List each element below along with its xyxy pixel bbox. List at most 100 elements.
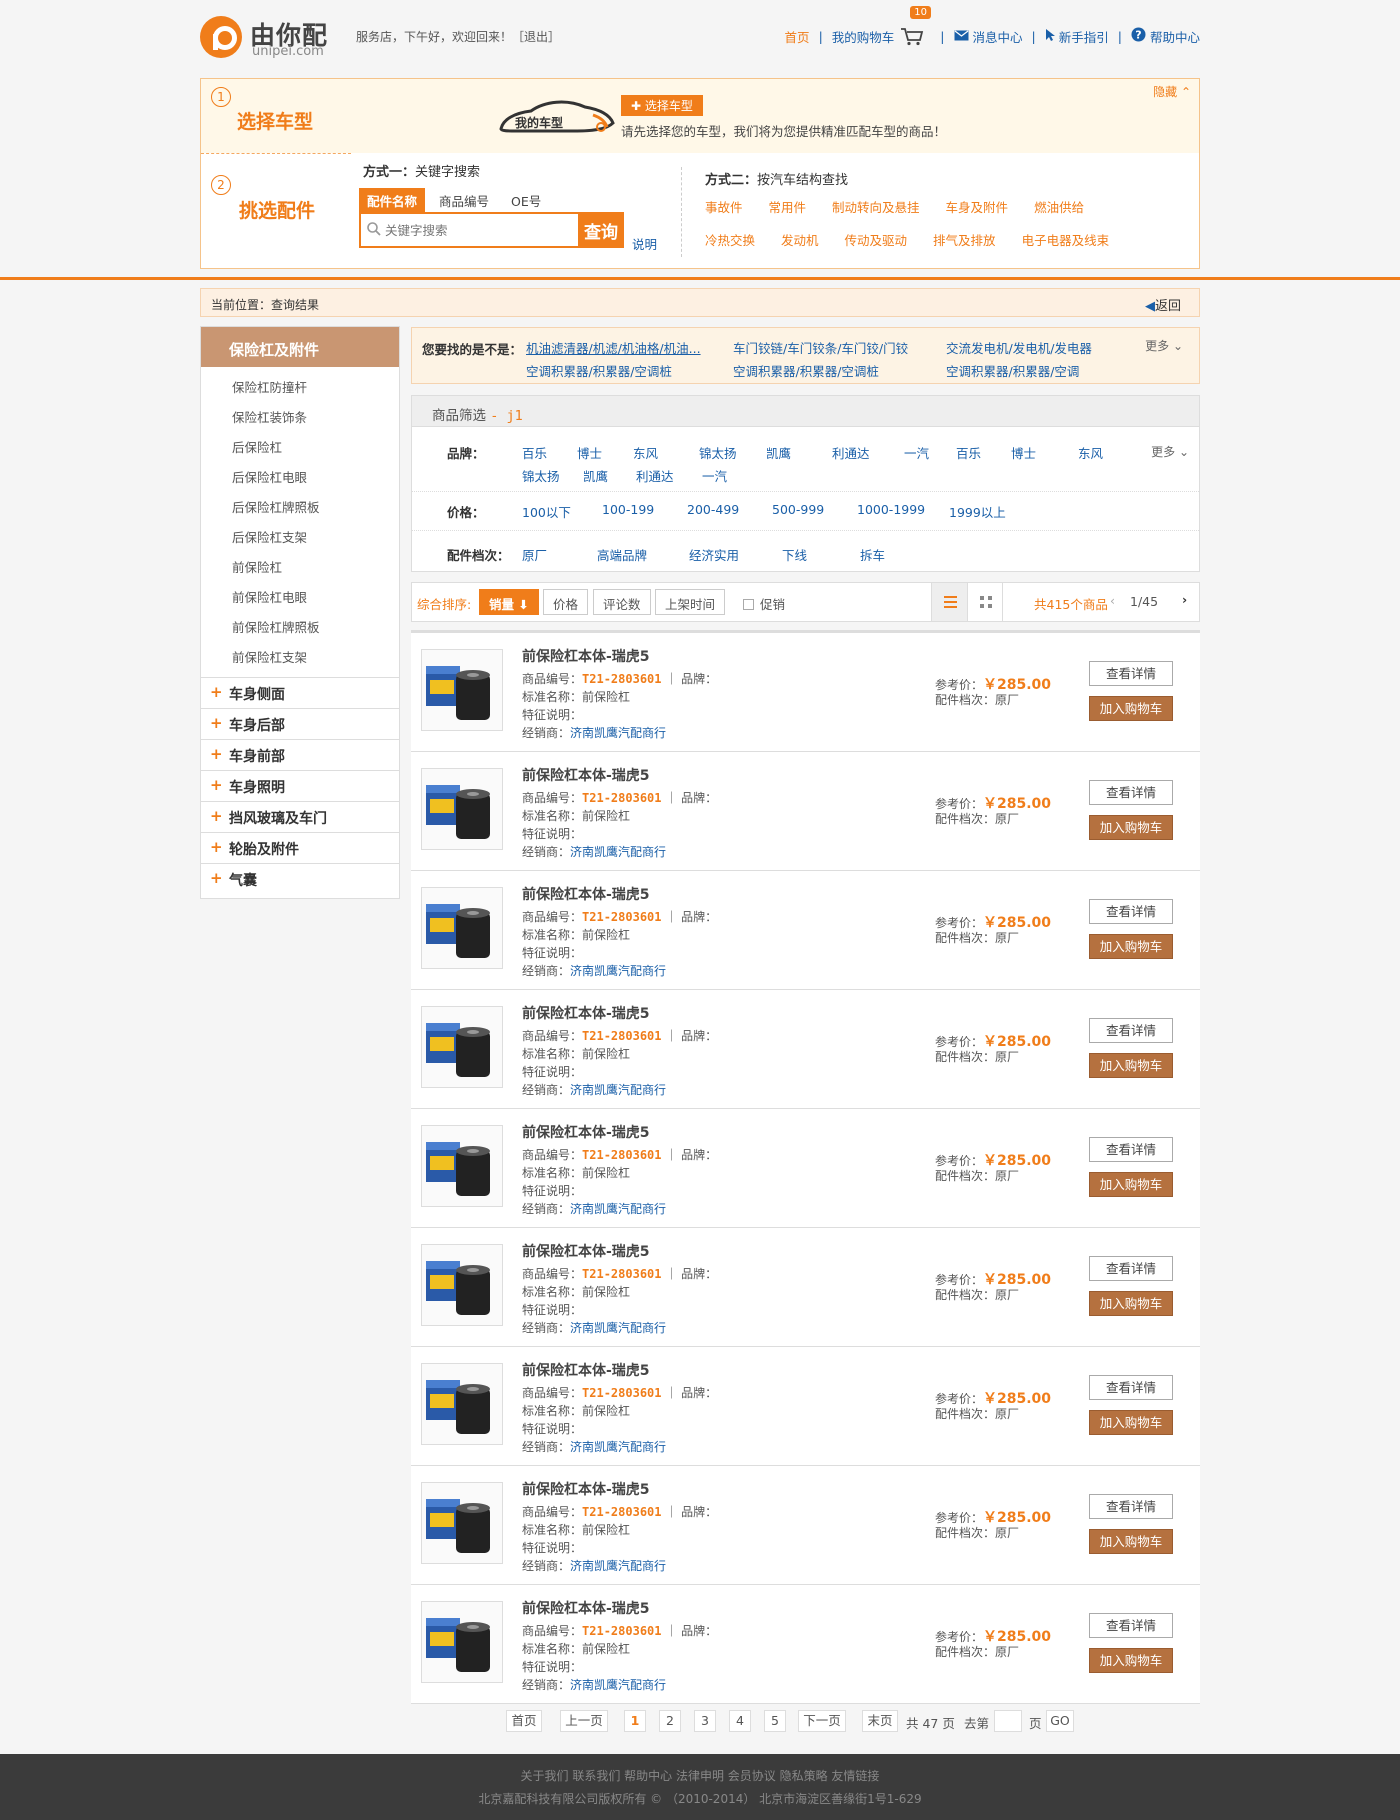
page-button[interactable]: 2	[659, 1710, 681, 1732]
sidebar-sub-item[interactable]: 保险杠装饰条	[232, 407, 399, 437]
brand-option[interactable]: 凯鹰	[766, 443, 791, 462]
sidebar-sub-item[interactable]: 后保险杠电眼	[232, 467, 399, 497]
dealer-link[interactable]: 济南凯鹰汽配商行	[570, 726, 666, 740]
category-link[interactable]: 排气及排放	[933, 230, 996, 249]
view-details-button[interactable]: 查看详情	[1089, 1018, 1173, 1043]
nav-help-link[interactable]: 帮助中心	[1150, 27, 1200, 46]
brand-option[interactable]: 博士	[577, 443, 602, 462]
view-details-button[interactable]: 查看详情	[1089, 1375, 1173, 1400]
nav-cart-link[interactable]: 我的购物车	[832, 27, 895, 46]
sidebar-sub-item[interactable]: 后保险杠牌照板	[232, 497, 399, 527]
sort-by-reviews-button[interactable]: 评论数	[593, 589, 651, 615]
sidebar-category[interactable]: + 轮胎及附件	[201, 832, 399, 863]
sidebar-sub-item[interactable]: 前保险杠电眼	[232, 587, 399, 617]
brand-option[interactable]: 百乐	[522, 443, 547, 462]
view-details-button[interactable]: 查看详情	[1089, 1613, 1173, 1638]
first-page-button[interactable]: 首页	[506, 1710, 542, 1732]
product-title[interactable]: 前保险杠本体-瑞虎5	[522, 1241, 650, 1261]
brand-option[interactable]: 博士	[1011, 443, 1036, 462]
sidebar-category[interactable]: + 气囊	[201, 863, 399, 894]
category-link[interactable]: 传动及驱动	[845, 230, 908, 249]
brand-option[interactable]: 锦太扬	[699, 443, 737, 462]
select-car-button[interactable]: ✚ 选择车型	[621, 95, 703, 116]
price-option[interactable]: 100-199	[602, 502, 654, 517]
brand-option[interactable]: 百乐	[956, 443, 981, 462]
goto-page-input[interactable]	[994, 1710, 1022, 1732]
product-title[interactable]: 前保险杠本体-瑞虎5	[522, 1003, 650, 1023]
last-page-button[interactable]: 末页	[862, 1710, 898, 1732]
add-to-cart-button[interactable]: 加入购物车	[1089, 1053, 1173, 1078]
prev-page-button[interactable]: 上一页	[560, 1710, 608, 1732]
view-details-button[interactable]: 查看详情	[1089, 1494, 1173, 1519]
product-thumbnail[interactable]	[421, 1482, 503, 1564]
logo[interactable]: 由你配 unipei.com	[200, 14, 340, 60]
product-thumbnail[interactable]	[421, 1601, 503, 1683]
brand-more-button[interactable]: 更多 ⌄	[1151, 443, 1189, 460]
brand-option[interactable]: 凯鹰	[583, 466, 608, 485]
cart-icon[interactable]: 10	[900, 6, 932, 46]
add-to-cart-button[interactable]: 加入购物车	[1089, 934, 1173, 959]
sidebar-category[interactable]: + 挡风玻璃及车门	[201, 801, 399, 832]
dealer-link[interactable]: 济南凯鹰汽配商行	[570, 1440, 666, 1454]
category-link[interactable]: 电子电器及线束	[1022, 230, 1110, 249]
sidebar-category[interactable]: + 车身侧面	[201, 677, 399, 708]
view-details-button[interactable]: 查看详情	[1089, 1256, 1173, 1281]
sort-by-price-button[interactable]: 价格	[543, 589, 589, 615]
back-button[interactable]: ◀返回	[1145, 295, 1181, 314]
go-button[interactable]: GO	[1046, 1710, 1074, 1732]
dealer-link[interactable]: 济南凯鹰汽配商行	[570, 1083, 666, 1097]
product-thumbnail[interactable]	[421, 1125, 503, 1207]
product-thumbnail[interactable]	[421, 768, 503, 850]
search-explain-link[interactable]: 说明	[632, 234, 657, 253]
add-to-cart-button[interactable]: 加入购物车	[1089, 1172, 1173, 1197]
product-thumbnail[interactable]	[421, 887, 503, 969]
promo-checkbox[interactable]: 促销	[743, 594, 785, 613]
sidebar-head[interactable]: 保险杠及附件	[201, 327, 399, 367]
price-option[interactable]: 1999以上	[949, 502, 1006, 521]
nav-messages-link[interactable]: 消息中心	[973, 27, 1023, 46]
suggest-link[interactable]: 交流发电机/发电机/发电器	[946, 338, 1092, 357]
dealer-link[interactable]: 济南凯鹰汽配商行	[570, 845, 666, 859]
add-to-cart-button[interactable]: 加入购物车	[1089, 1291, 1173, 1316]
footer-links[interactable]: 关于我们 联系我们 帮助中心 法律申明 会员协议 隐私策略 友情链接	[0, 1767, 1400, 1784]
price-option[interactable]: 100以下	[522, 502, 571, 521]
product-title[interactable]: 前保险杠本体-瑞虎5	[522, 1479, 650, 1499]
price-option[interactable]: 1000-1999	[857, 502, 925, 517]
suggest-link[interactable]: 车门铰链/车门铰条/车门铰/门铰	[733, 338, 908, 357]
grid-view-button[interactable]	[967, 583, 1003, 621]
brand-option[interactable]: 东风	[1078, 443, 1103, 462]
suggest-more-button[interactable]: 更多 ⌄	[1145, 337, 1183, 354]
tab-oe-number[interactable]: OE号	[503, 188, 549, 213]
add-to-cart-button[interactable]: 加入购物车	[1089, 1648, 1173, 1673]
page-button[interactable]: 4	[729, 1710, 751, 1732]
product-thumbnail[interactable]	[421, 1244, 503, 1326]
brand-option[interactable]: 利通达	[636, 466, 674, 485]
grade-option[interactable]: 下线	[782, 545, 807, 564]
grade-option[interactable]: 原厂	[522, 545, 547, 564]
dealer-link[interactable]: 济南凯鹰汽配商行	[570, 1202, 666, 1216]
product-title[interactable]: 前保险杠本体-瑞虎5	[522, 765, 650, 785]
suggest-link[interactable]: 空调积累器/积累器/空调	[946, 361, 1079, 380]
view-details-button[interactable]: 查看详情	[1089, 899, 1173, 924]
hide-panel-link[interactable]: 隐藏 ⌃	[1153, 83, 1191, 100]
page-button[interactable]: 5	[764, 1710, 786, 1732]
product-title[interactable]: 前保险杠本体-瑞虎5	[522, 1122, 650, 1142]
nav-home-link[interactable]: 首页	[785, 27, 810, 46]
price-option[interactable]: 500-999	[772, 502, 824, 517]
sidebar-category[interactable]: + 车身照明	[201, 770, 399, 801]
product-thumbnail[interactable]	[421, 649, 503, 731]
add-to-cart-button[interactable]: 加入购物车	[1089, 815, 1173, 840]
sidebar-sub-item[interactable]: 后保险杠支架	[232, 527, 399, 557]
tab-product-code[interactable]: 商品编号	[431, 188, 497, 213]
category-link[interactable]: 事故件	[705, 197, 743, 216]
product-title[interactable]: 前保险杠本体-瑞虎5	[522, 1598, 650, 1618]
sidebar-category[interactable]: + 车身前部	[201, 739, 399, 770]
page-button[interactable]: 1	[624, 1710, 646, 1732]
brand-option[interactable]: 一汽	[904, 443, 929, 462]
page-button[interactable]: 3	[694, 1710, 716, 1732]
add-to-cart-button[interactable]: 加入购物车	[1089, 1529, 1173, 1554]
add-to-cart-button[interactable]: 加入购物车	[1089, 696, 1173, 721]
grade-option[interactable]: 经济实用	[689, 545, 739, 564]
price-option[interactable]: 200-499	[687, 502, 739, 517]
search-input[interactable]	[385, 219, 550, 241]
